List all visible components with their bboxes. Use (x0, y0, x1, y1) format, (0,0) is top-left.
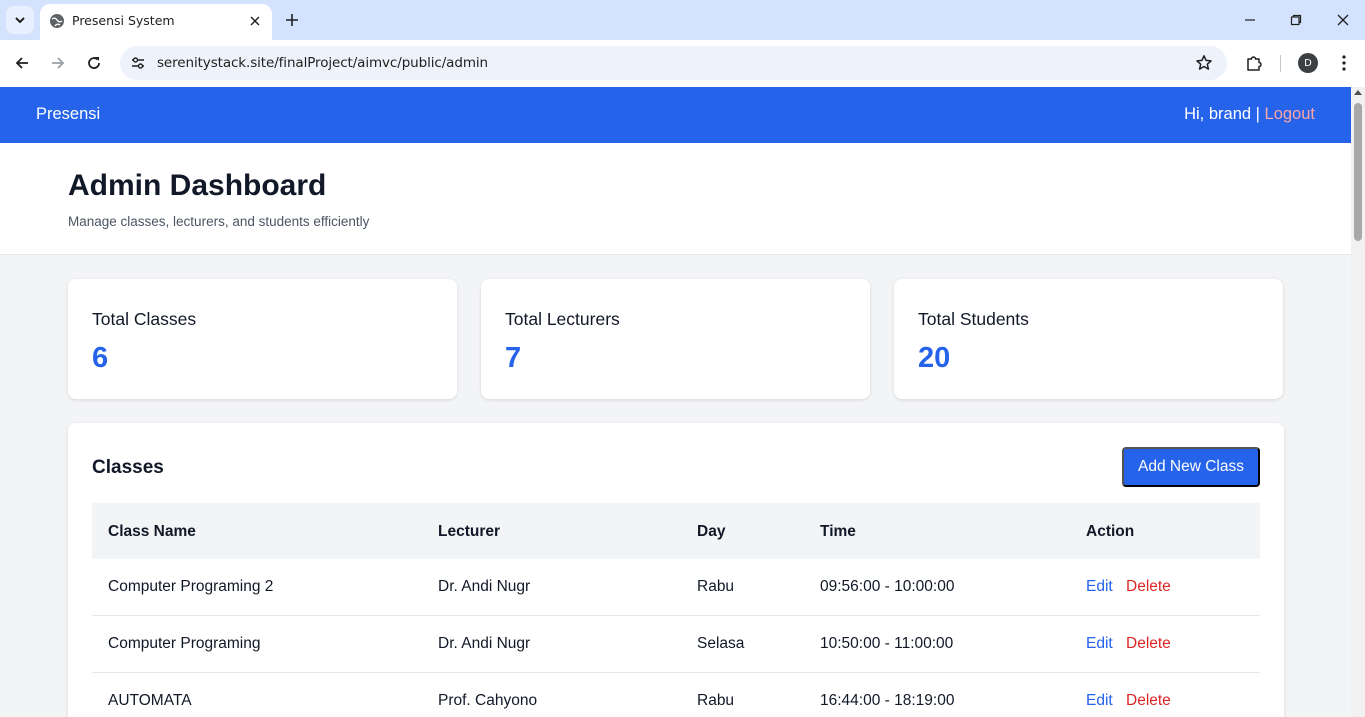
cell-lecturer: Prof. Cahyono (438, 692, 538, 709)
browser-toolbar: serenitystack.site/finalProject/aimvc/pu… (0, 40, 1365, 87)
page-scrollbar[interactable] (1351, 87, 1365, 717)
cell-class-name: Computer Programing (108, 635, 261, 652)
cell-lecturer: Dr. Andi Nugr (438, 578, 531, 595)
stat-card-classes: Total Classes 6 (68, 279, 457, 399)
url-text[interactable]: serenitystack.site/finalProject/aimvc/pu… (157, 55, 488, 71)
stat-label: Total Lecturers (505, 309, 620, 329)
cell-lecturer: Dr. Andi Nugr (438, 635, 531, 652)
browser-tab-strip: Presensi System (0, 0, 1365, 40)
back-button[interactable] (8, 49, 36, 77)
profile-avatar[interactable]: D (1298, 53, 1318, 73)
app-navbar: Presensi Hi, brand | Logout (0, 87, 1351, 143)
plus-icon (286, 14, 298, 26)
edit-link[interactable]: Edit (1086, 635, 1113, 653)
reload-icon (88, 57, 100, 69)
stat-value: 7 (505, 342, 522, 374)
classes-table: Class Name Lecturer Day Time Action Comp… (92, 503, 1260, 717)
new-tab-button[interactable] (280, 8, 304, 32)
greeting-text: Hi, brand (1184, 105, 1252, 123)
column-header-time: Time (820, 523, 856, 540)
page-subtitle: Manage classes, lecturers, and students … (68, 214, 370, 229)
cell-time: 16:44:00 - 18:19:00 (820, 692, 955, 709)
column-header-action: Action (1086, 523, 1135, 540)
delete-link[interactable]: Delete (1126, 635, 1171, 653)
cell-class-name: AUTOMATA (108, 692, 192, 709)
star-icon (1196, 55, 1212, 70)
reload-button[interactable] (80, 49, 108, 77)
column-header-class-name: Class Name (108, 523, 196, 540)
page-header: Admin Dashboard Manage classes, lecturer… (0, 143, 1351, 255)
arrow-right-icon (52, 57, 65, 69)
cell-time: 10:50:00 - 11:00:00 (820, 635, 954, 652)
bookmark-button[interactable] (1193, 52, 1215, 74)
arrow-left-icon (15, 57, 28, 69)
page-viewport: Presensi Hi, brand | Logout Admin Dashbo… (0, 87, 1351, 717)
tune-icon (132, 57, 144, 69)
puzzle-icon (1247, 56, 1262, 71)
logout-link[interactable]: Logout (1265, 105, 1315, 123)
browser-menu-button[interactable] (1334, 51, 1354, 75)
delete-link[interactable]: Delete (1126, 578, 1171, 596)
site-info-button[interactable] (128, 53, 148, 73)
column-header-lecturer: Lecturer (438, 523, 501, 540)
nav-separator: | (1255, 105, 1260, 123)
globe-icon (50, 14, 64, 28)
address-bar[interactable]: serenitystack.site/finalProject/aimvc/pu… (120, 46, 1227, 80)
close-tab-button[interactable] (246, 12, 264, 30)
scroll-up-arrow-icon[interactable] (1354, 90, 1362, 95)
close-icon (250, 16, 260, 26)
brand-link[interactable]: Presensi (36, 105, 100, 124)
tab-title: Presensi System (72, 13, 175, 28)
stat-label: Total Students (918, 309, 1029, 329)
extensions-button[interactable] (1242, 51, 1266, 75)
close-window-button[interactable] (1329, 6, 1357, 34)
restore-button[interactable] (1282, 6, 1310, 34)
table-header: Class Name Lecturer Day Time Action (92, 503, 1260, 559)
chevron-down-icon (15, 17, 25, 24)
classes-title: Classes (92, 457, 164, 478)
minimize-icon (1245, 19, 1255, 21)
classes-panel: Classes Add New Class Class Name Lecture… (68, 423, 1284, 717)
close-icon (1337, 14, 1349, 26)
forward-button[interactable] (44, 49, 72, 77)
cell-day: Selasa (697, 635, 745, 652)
stat-value: 20 (918, 342, 951, 374)
table-row: Computer Programing 2 Dr. Andi Nugr Rabu… (92, 559, 1260, 616)
minimize-button[interactable] (1236, 6, 1264, 34)
table-row: Computer Programing Dr. Andi Nugr Selasa… (92, 616, 1260, 673)
tab-search-button[interactable] (6, 6, 34, 34)
cell-class-name: Computer Programing 2 (108, 578, 274, 595)
edit-link[interactable]: Edit (1086, 578, 1113, 596)
active-tab[interactable]: Presensi System (40, 4, 272, 40)
page-title: Admin Dashboard (68, 169, 327, 202)
cell-time: 09:56:00 - 10:00:00 (820, 578, 955, 595)
stat-label: Total Classes (92, 309, 197, 329)
toolbar-divider (1280, 55, 1281, 72)
restore-icon (1290, 14, 1302, 26)
more-vert-icon (1342, 55, 1346, 71)
stat-card-students: Total Students 20 (894, 279, 1283, 399)
table-row: AUTOMATA Prof. Cahyono Rabu 16:44:00 - 1… (92, 673, 1260, 717)
stat-value: 6 (92, 342, 109, 374)
user-area: Hi, brand | Logout (1184, 105, 1315, 124)
scrollbar-thumb[interactable] (1354, 103, 1362, 241)
add-new-class-button[interactable]: Add New Class (1122, 447, 1260, 487)
cell-day: Rabu (697, 578, 735, 595)
column-header-day: Day (697, 523, 726, 540)
cell-day: Rabu (697, 692, 735, 709)
stat-card-lecturers: Total Lecturers 7 (481, 279, 870, 399)
edit-link[interactable]: Edit (1086, 692, 1113, 710)
delete-link[interactable]: Delete (1126, 692, 1171, 710)
